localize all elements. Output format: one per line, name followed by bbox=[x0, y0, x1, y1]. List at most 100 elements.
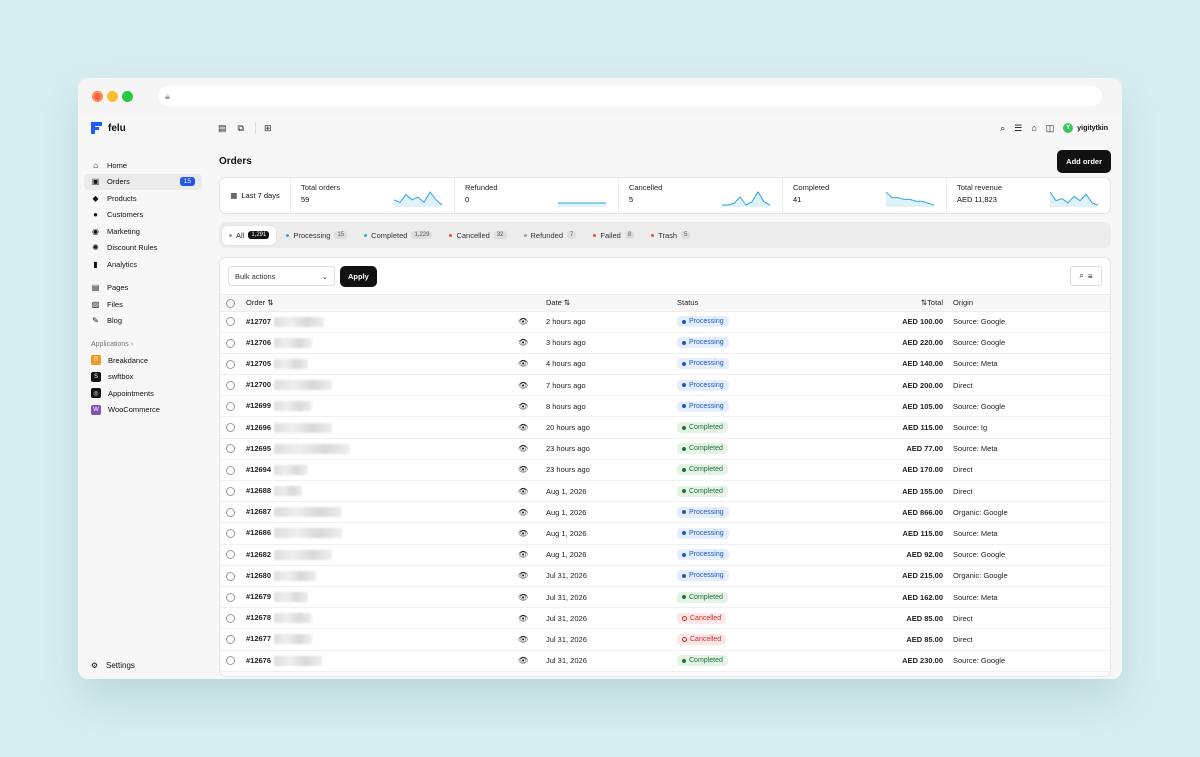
order-number-link[interactable]: #12677 bbox=[246, 634, 271, 643]
eye-icon[interactable]: 👁︎ bbox=[518, 381, 528, 390]
order-number-link[interactable]: #12705 bbox=[246, 359, 271, 368]
close-window-button[interactable] bbox=[92, 90, 103, 102]
row-checkbox[interactable] bbox=[226, 635, 235, 645]
row-checkbox[interactable] bbox=[226, 656, 235, 666]
eye-icon[interactable]: 👁︎ bbox=[518, 444, 528, 453]
row-checkbox[interactable] bbox=[226, 508, 235, 518]
sidebar-item-orders[interactable]: ▣ Orders 15 bbox=[84, 173, 202, 190]
brand-logo[interactable]: felu bbox=[84, 120, 202, 136]
eye-icon[interactable]: 👁︎ bbox=[518, 593, 528, 602]
user-menu[interactable]: Y yigitytkin bbox=[1063, 123, 1108, 133]
order-number-link[interactable]: #12688 bbox=[246, 486, 271, 495]
date-range-picker[interactable]: ▦ Last 7 days bbox=[220, 178, 291, 213]
tab-failed[interactable]: Failed 8 bbox=[586, 226, 641, 245]
tab-cancelled[interactable]: Cancelled 32 bbox=[442, 226, 513, 245]
order-number-link[interactable]: #12686 bbox=[246, 528, 271, 537]
order-number-link[interactable]: #12695 bbox=[246, 444, 271, 453]
eye-icon[interactable]: 👁︎ bbox=[518, 402, 528, 411]
order-number-link[interactable]: #12679 bbox=[246, 592, 271, 601]
sidebar-item-breakdance[interactable]: B Breakdance bbox=[84, 352, 202, 369]
eye-icon[interactable]: 👁︎ bbox=[518, 529, 528, 538]
eye-icon[interactable]: 👁︎ bbox=[518, 656, 528, 665]
sidebar-item-products[interactable]: ◆ Products bbox=[84, 190, 202, 207]
tab-completed[interactable]: Completed 1,229 bbox=[357, 226, 439, 245]
applications-heading[interactable]: Applications › bbox=[84, 336, 202, 352]
sidebar-item-customers[interactable]: ● Customers bbox=[84, 207, 202, 224]
eye-icon[interactable]: 👁︎ bbox=[518, 571, 528, 580]
maximize-window-button[interactable] bbox=[122, 90, 133, 102]
sidebar-item-files[interactable]: ▨ Files bbox=[84, 296, 202, 313]
row-checkbox[interactable] bbox=[226, 550, 235, 560]
sidebar-item-blog[interactable]: ✎ Blog bbox=[84, 313, 202, 330]
search-filter-button[interactable]: ⌕ ≡ bbox=[1070, 266, 1102, 286]
order-column-header[interactable]: Order ⇅ bbox=[246, 295, 518, 312]
sidebar-item-settings[interactable]: ⚙ Settings bbox=[90, 661, 135, 670]
apply-button[interactable]: Apply bbox=[340, 265, 377, 287]
table-row[interactable]: #12695 👁︎ 23 hours ago Completed AED 77.00 So… bbox=[220, 438, 1110, 460]
table-row[interactable]: #12688 👁︎ Aug 1, 2026 Completed AED 155.00 Di… bbox=[220, 480, 1110, 503]
table-row[interactable]: #12679 👁︎ Jul 31, 2026 Completed AED 162.00 S… bbox=[220, 586, 1110, 609]
sidebar-item-home[interactable]: ⌂ Home bbox=[84, 157, 202, 174]
message-icon[interactable]: ▤ bbox=[218, 123, 227, 134]
eye-icon[interactable]: 👁︎ bbox=[518, 487, 528, 496]
table-row[interactable]: #12682 👁︎ Aug 1, 2026 Processing AED 92.00 So… bbox=[220, 544, 1110, 566]
order-number-link[interactable]: #12707 bbox=[246, 317, 271, 326]
table-row[interactable]: #12707 👁︎ 2 hours ago Processing AED 100.00 S… bbox=[220, 311, 1110, 333]
eye-icon[interactable]: 👁︎ bbox=[518, 465, 528, 474]
eye-icon[interactable]: 👁︎ bbox=[518, 317, 528, 326]
sidebar-item-analytics[interactable]: ▮ Analytics bbox=[84, 256, 202, 273]
eye-icon[interactable]: 👁︎ bbox=[518, 423, 528, 432]
total-column-header[interactable]: ⇅Total bbox=[849, 295, 953, 312]
row-checkbox[interactable] bbox=[226, 465, 235, 475]
order-number-link[interactable]: #12696 bbox=[246, 423, 271, 432]
eye-icon[interactable]: 👁︎ bbox=[518, 614, 528, 623]
order-number-link[interactable]: #12687 bbox=[246, 507, 271, 516]
order-number-link[interactable]: #12680 bbox=[246, 571, 271, 580]
table-row[interactable]: #12676 👁︎ Jul 31, 2026 Completed AED 230.00 S… bbox=[220, 650, 1110, 672]
sidebar-item-swftbox[interactable]: Sswftbox bbox=[84, 369, 202, 386]
row-checkbox[interactable] bbox=[226, 380, 235, 390]
table-row[interactable]: #12694 👁︎ 23 hours ago Completed AED 170.00 D… bbox=[220, 459, 1110, 482]
tab-trash[interactable]: Trash 5 bbox=[644, 226, 697, 245]
table-row[interactable]: #12696 👁︎ 20 hours ago Completed AED 115.00 S… bbox=[220, 416, 1110, 439]
sidebar-item-pages[interactable]: ▤ Pages bbox=[84, 280, 202, 297]
table-row[interactable]: #12680 👁︎ Jul 31, 2026 Processing AED 215.00… bbox=[220, 565, 1110, 587]
row-checkbox[interactable] bbox=[226, 529, 235, 539]
minimize-window-button[interactable] bbox=[107, 90, 118, 102]
row-checkbox[interactable] bbox=[226, 613, 235, 623]
row-checkbox[interactable] bbox=[226, 486, 235, 496]
row-checkbox[interactable] bbox=[226, 317, 235, 327]
sliders-icon[interactable]: ☰ bbox=[1014, 123, 1022, 134]
row-checkbox[interactable] bbox=[226, 423, 235, 433]
eye-icon[interactable]: 👁︎ bbox=[518, 359, 528, 368]
order-number-link[interactable]: #12700 bbox=[246, 380, 271, 389]
row-checkbox[interactable] bbox=[226, 571, 235, 581]
order-number-link[interactable]: #12682 bbox=[246, 550, 271, 559]
sidebar-item-discount-rules[interactable]: ✺ Discount Rules bbox=[84, 240, 202, 257]
row-checkbox[interactable] bbox=[226, 359, 235, 369]
bulk-actions-select[interactable]: Bulk actions ⌄ bbox=[228, 266, 335, 286]
sidebar-item-appointments[interactable]: ◎ Appointments bbox=[84, 385, 202, 402]
table-row[interactable]: #12706 👁︎ 3 hours ago Processing AED 220.00 S… bbox=[220, 332, 1110, 354]
row-checkbox[interactable] bbox=[226, 402, 235, 412]
sidebar-item-woocommerce[interactable]: W WooCommerce bbox=[84, 402, 202, 419]
eye-icon[interactable]: 👁︎ bbox=[518, 550, 528, 559]
order-number-link[interactable]: #12694 bbox=[246, 465, 271, 474]
order-number-link[interactable]: #12676 bbox=[246, 656, 271, 665]
order-number-link[interactable]: #12699 bbox=[246, 401, 271, 410]
row-checkbox[interactable] bbox=[226, 444, 235, 454]
order-number-link[interactable]: #12678 bbox=[246, 613, 271, 622]
sidebar-item-marketing[interactable]: ◉ Marketing bbox=[84, 223, 202, 240]
address-bar[interactable]: 🔒︎ bbox=[158, 86, 1102, 106]
table-row[interactable]: #12705 👁︎ 4 hours ago Processing AED 140.00 S… bbox=[220, 353, 1110, 376]
date-column-header[interactable]: Date ⇅ bbox=[546, 295, 677, 312]
row-checkbox[interactable] bbox=[226, 592, 235, 602]
table-row[interactable]: #12677 👁︎ Jul 31, 2026 Cancelled AED 85.00 Di… bbox=[220, 628, 1110, 651]
search-icon[interactable]: ⌕ bbox=[1000, 123, 1005, 134]
add-order-button[interactable]: Add order bbox=[1057, 149, 1111, 173]
eye-icon[interactable]: 👁︎ bbox=[518, 635, 528, 644]
table-row[interactable]: #12687 👁︎ Aug 1, 2026 Processing AED 866.00 O… bbox=[220, 501, 1110, 524]
layout-icon[interactable]: ◫ bbox=[1046, 123, 1055, 134]
eye-icon[interactable]: 👁︎ bbox=[518, 338, 528, 347]
order-number-link[interactable]: #12706 bbox=[246, 338, 271, 347]
